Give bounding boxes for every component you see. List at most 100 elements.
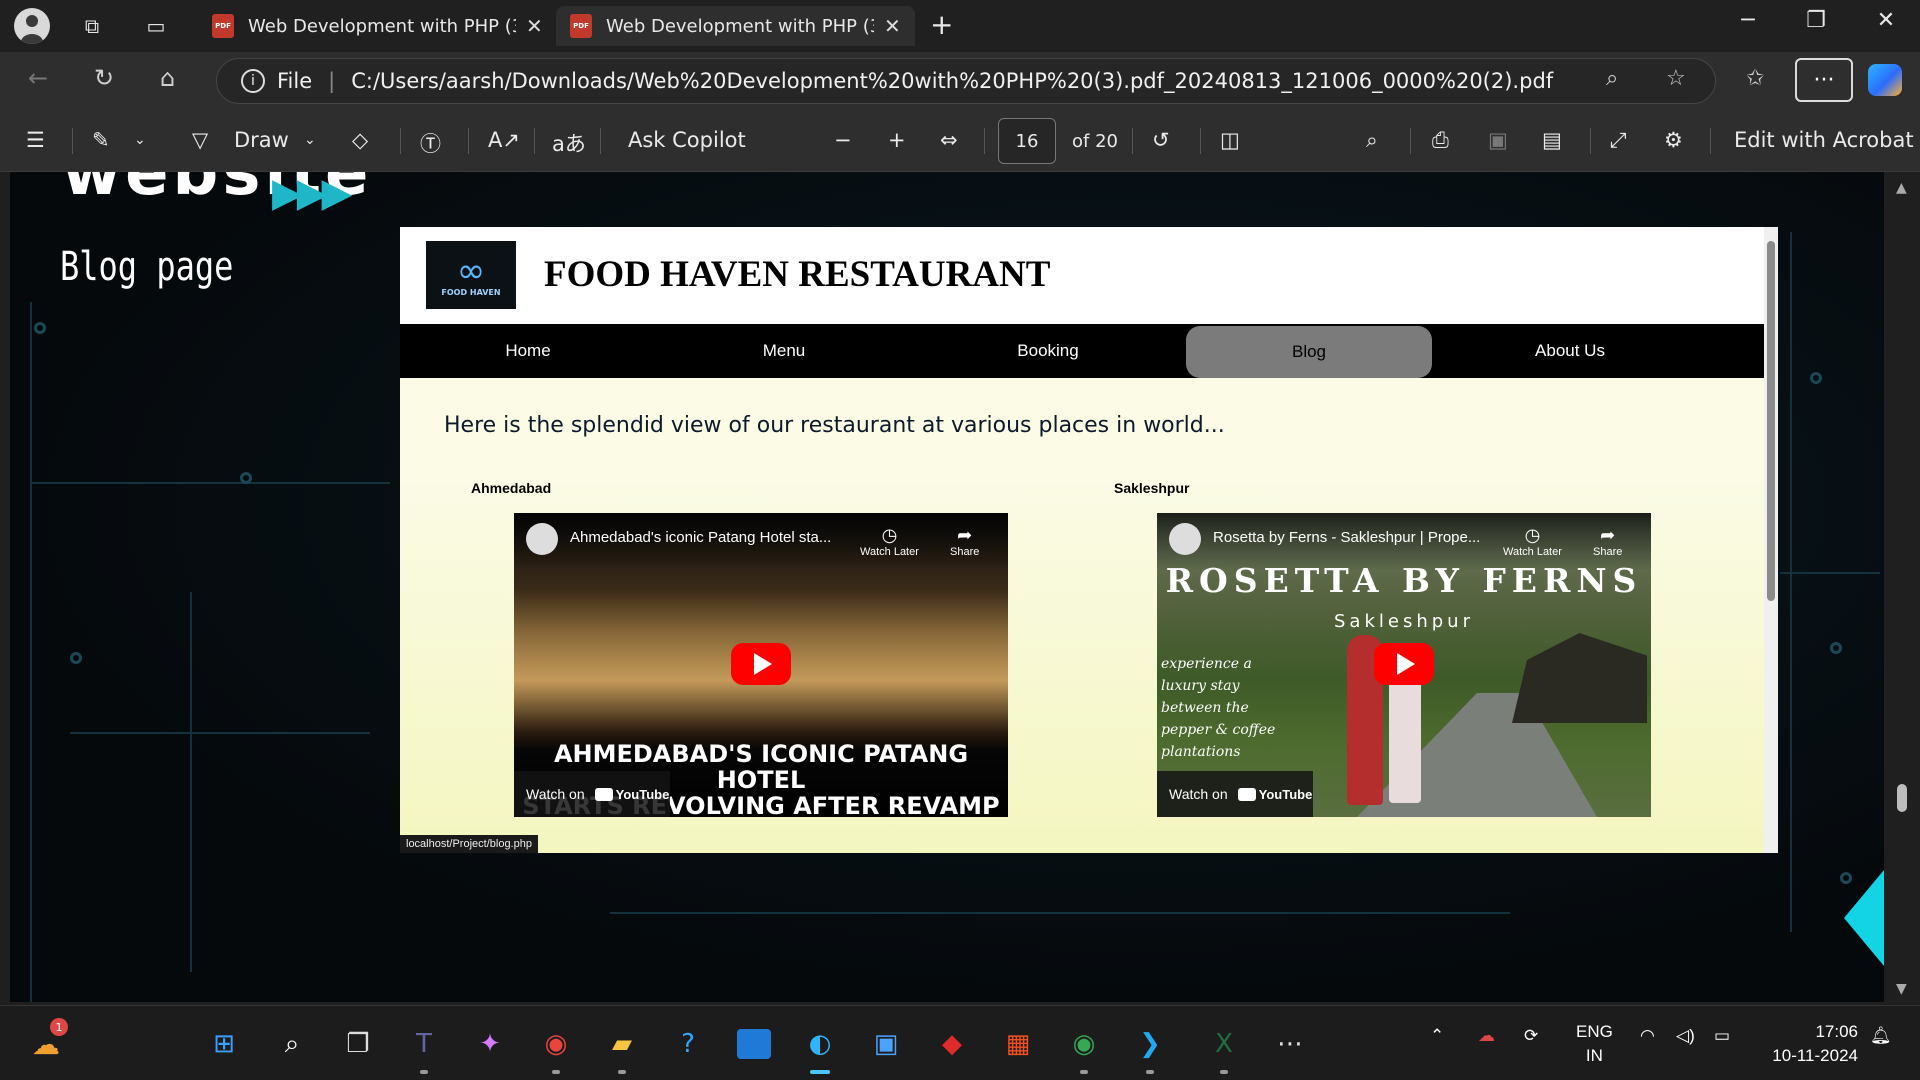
- chevron-down-icon[interactable]: ⌄: [304, 132, 316, 148]
- page-view-icon[interactable]: ◫: [1220, 128, 1240, 152]
- wifi-icon[interactable]: ◠: [1640, 1024, 1655, 1048]
- refresh-icon[interactable]: ↻: [94, 64, 114, 92]
- draw-button[interactable]: Draw: [234, 128, 289, 152]
- print-icon[interactable]: ⎙: [1432, 128, 1449, 153]
- back-arrow-icon[interactable]: ←: [28, 64, 48, 92]
- tab-pdf-1[interactable]: PDF Web Development with PHP (3).pdf_202…: [198, 6, 557, 46]
- translate-icon[interactable]: aあ: [552, 128, 586, 158]
- battery-icon[interactable]: ▭: [1714, 1024, 1730, 1048]
- teams-icon[interactable]: T: [404, 1024, 444, 1074]
- eraser-icon[interactable]: ◇: [352, 128, 368, 152]
- share-button[interactable]: ➦ Share: [1593, 525, 1622, 558]
- chrome-icon[interactable]: ◉: [536, 1024, 576, 1074]
- video-title[interactable]: Ahmedabad's iconic Patang Hotel sta...: [570, 529, 860, 546]
- clock[interactable]: 17:06 10-11-2024: [1758, 1020, 1858, 1068]
- watch-later-button[interactable]: ◷ Watch Later: [1503, 525, 1562, 558]
- fit-page-icon[interactable]: ⇔: [940, 128, 958, 152]
- file-explorer-icon[interactable]: ▰: [602, 1024, 642, 1074]
- ask-copilot-button[interactable]: Ask Copilot: [628, 128, 746, 152]
- search-icon[interactable]: ⌕: [1366, 128, 1378, 153]
- more-apps-icon[interactable]: ⋯: [1270, 1024, 1310, 1064]
- info-icon[interactable]: i: [241, 69, 265, 93]
- channel-avatar[interactable]: [1169, 523, 1201, 555]
- edit-with-acrobat-button[interactable]: Edit with Acrobat: [1734, 128, 1914, 152]
- favorite-star-icon[interactable]: ☆: [1666, 66, 1686, 91]
- settings-more-button[interactable]: ···: [1795, 58, 1853, 102]
- video-embed-ahmedabad[interactable]: Ahmedabad's iconic Patang Hotel sta... ◷…: [514, 513, 1008, 817]
- store-icon[interactable]: ▦: [998, 1024, 1038, 1064]
- task-view-icon[interactable]: ❐: [338, 1024, 378, 1064]
- highlight-icon[interactable]: ✎: [92, 128, 110, 152]
- favorites-list-icon[interactable]: ✩: [1746, 66, 1764, 91]
- close-window-button[interactable]: ✕: [1856, 8, 1916, 33]
- excel-icon[interactable]: X: [1204, 1024, 1244, 1074]
- play-button[interactable]: [731, 643, 791, 685]
- nav-about-us[interactable]: About Us: [1432, 324, 1708, 378]
- site-scrollbar[interactable]: [1764, 227, 1778, 853]
- vscode-icon[interactable]: ❯: [1130, 1024, 1170, 1074]
- watch-on-youtube-button[interactable]: Watch on YouTube: [1157, 771, 1313, 817]
- scroll-thumb[interactable]: [1767, 241, 1775, 601]
- notifications-bell-icon[interactable]: 🔔︎: [1870, 1024, 1892, 1048]
- new-tab-button[interactable]: +: [930, 8, 953, 41]
- nav-menu[interactable]: Menu: [656, 324, 912, 378]
- window-icon[interactable]: ▣: [866, 1024, 906, 1064]
- myhp-icon[interactable]: [734, 1024, 774, 1064]
- circuit-line: [30, 302, 32, 1002]
- close-tab-icon[interactable]: ✕: [526, 14, 543, 38]
- contents-list-icon[interactable]: ☰: [26, 128, 45, 152]
- video-title[interactable]: Rosetta by Ferns - Sakleshpur | Prope...: [1213, 529, 1503, 546]
- nav-blog[interactable]: Blog: [1186, 326, 1432, 378]
- draw-icon[interactable]: ▽: [192, 128, 208, 152]
- edge-icon[interactable]: ◐: [800, 1024, 840, 1074]
- save-as-icon[interactable]: ▤: [1542, 128, 1562, 152]
- search-icon[interactable]: ⌕: [272, 1024, 312, 1064]
- tab-actions-icon[interactable]: ▭: [136, 10, 176, 42]
- copilot-icon[interactable]: [1868, 64, 1902, 96]
- text-box-icon[interactable]: Ⓣ: [420, 128, 441, 158]
- scroll-down-icon[interactable]: ▼: [1896, 981, 1907, 997]
- start-icon[interactable]: ⊞: [204, 1024, 244, 1064]
- volume-icon[interactable]: ◁): [1676, 1024, 1695, 1048]
- chrome-profile-icon[interactable]: ◉: [1064, 1024, 1104, 1074]
- divider: [468, 128, 469, 154]
- watch-later-button[interactable]: ◷ Watch Later: [860, 525, 919, 558]
- scroll-thumb[interactable]: [1897, 784, 1907, 812]
- tray-overflow-icon[interactable]: ⌃: [1430, 1024, 1444, 1048]
- onedrive-icon[interactable]: ☁: [1478, 1024, 1495, 1048]
- copilot-icon[interactable]: ✦: [470, 1024, 510, 1064]
- channel-avatar[interactable]: [526, 523, 558, 555]
- save-icon[interactable]: ▣: [1488, 128, 1508, 152]
- zoom-in-icon[interactable]: +: [888, 128, 906, 152]
- video-embed-sakleshpur[interactable]: ROSETTA BY FERNS Sakleshpur experience a…: [1157, 513, 1651, 817]
- minimize-button[interactable]: ─: [1718, 8, 1778, 33]
- pdf-scrollbar[interactable]: ▲ ▼: [1884, 172, 1920, 1005]
- language-indicator[interactable]: ENG IN: [1576, 1020, 1613, 1068]
- zoom-out-icon[interactable]: −: [834, 128, 852, 152]
- fullscreen-icon[interactable]: ⤢: [1610, 128, 1627, 153]
- watch-on-youtube-button[interactable]: Watch on YouTube: [514, 771, 670, 817]
- url-text[interactable]: C:/Users/aarsh/Downloads/Web%20Developme…: [351, 69, 1553, 93]
- read-aloud-icon[interactable]: A↗: [488, 128, 520, 152]
- restore-button[interactable]: ❐: [1786, 8, 1846, 33]
- nav-booking[interactable]: Booking: [912, 324, 1184, 378]
- profile-avatar[interactable]: [14, 8, 50, 44]
- sync-icon[interactable]: ⟳: [1524, 1024, 1538, 1048]
- tab-pdf-2[interactable]: PDF Web Development with PHP (3).pdf_202…: [556, 6, 915, 46]
- weather-icon[interactable]: ☁ 1: [26, 1018, 68, 1064]
- zoom-icon[interactable]: ⌕: [1606, 66, 1618, 91]
- nav-home[interactable]: Home: [400, 324, 656, 378]
- rotate-icon[interactable]: ↺: [1152, 128, 1170, 152]
- gear-icon[interactable]: ⚙: [1664, 128, 1683, 152]
- scroll-up-icon[interactable]: ▲: [1896, 180, 1907, 196]
- play-button[interactable]: [1374, 643, 1434, 685]
- help-icon[interactable]: ?: [668, 1024, 708, 1064]
- share-button[interactable]: ➦ Share: [950, 525, 979, 558]
- home-icon[interactable]: ⌂: [160, 64, 175, 92]
- page-number-input[interactable]: 16: [998, 118, 1056, 164]
- mcafee-icon[interactable]: ◆: [932, 1024, 972, 1064]
- address-bar[interactable]: i File | C:/Users/aarsh/Downloads/Web%20…: [216, 58, 1716, 104]
- chevron-down-icon[interactable]: ⌄: [134, 132, 146, 148]
- workspaces-icon[interactable]: ⧉: [72, 10, 112, 42]
- close-tab-icon[interactable]: ✕: [884, 14, 901, 38]
